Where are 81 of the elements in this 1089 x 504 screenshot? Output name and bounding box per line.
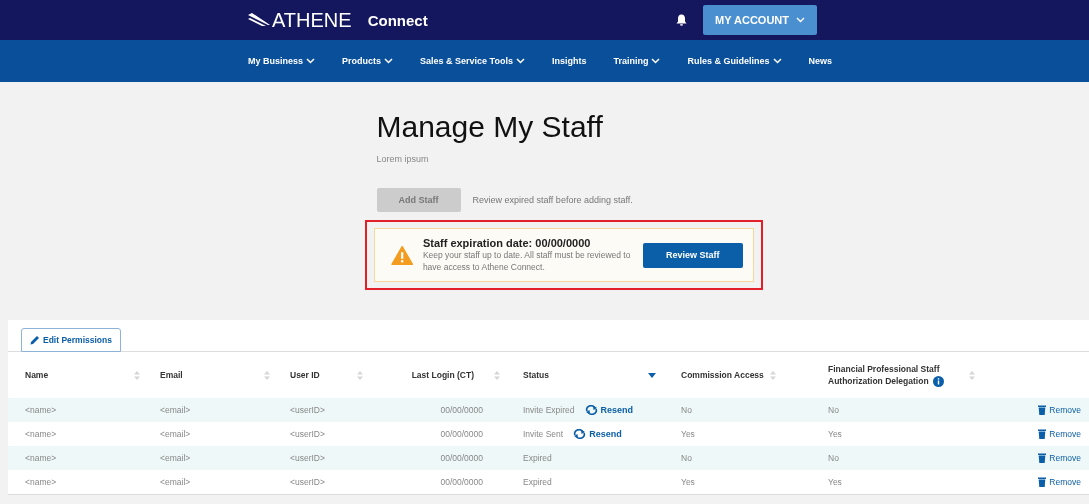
sort-icon[interactable]	[969, 370, 975, 380]
chevron-icon	[772, 58, 782, 64]
nav-link[interactable]: Insights	[551, 56, 587, 66]
trash-icon	[1038, 453, 1047, 463]
resend-link[interactable]: Resend	[584, 405, 633, 415]
nav-link[interactable]: My Business	[248, 56, 316, 66]
remove-link[interactable]: Remove	[1038, 453, 1081, 463]
status-text: Invite Sent	[523, 429, 564, 439]
bell-icon[interactable]	[676, 14, 688, 26]
trash-icon	[1038, 477, 1047, 487]
chevron-icon	[384, 58, 394, 64]
sort-caret-icon[interactable]	[648, 372, 656, 378]
table-cell: <email>	[160, 429, 191, 439]
column-header[interactable]: Status	[523, 370, 549, 380]
table-cell: No	[681, 405, 692, 415]
table-cell: <userID>	[290, 453, 325, 463]
column-header[interactable]: Last Login (CT)	[411, 370, 474, 380]
column-header[interactable]: Name	[25, 370, 49, 380]
app-name: Connect	[367, 11, 428, 29]
sort-icon[interactable]	[264, 370, 270, 380]
add-staff-hint: Review expired staff before adding staff.	[472, 195, 633, 205]
remove-link[interactable]: Remove	[1038, 477, 1081, 487]
table-cell: <email>	[160, 477, 191, 487]
chevron-icon	[306, 58, 316, 64]
sort-icon[interactable]	[134, 370, 140, 380]
refresh-icon	[584, 405, 598, 415]
sort-icon[interactable]	[357, 370, 363, 380]
column-header[interactable]: Commission Access	[681, 370, 764, 380]
table-cell: 00/00/0000	[440, 405, 483, 415]
table-cell: <userID>	[290, 405, 325, 415]
resend-link[interactable]: Resend	[573, 429, 622, 439]
info-icon[interactable]	[932, 376, 944, 388]
review-staff-button[interactable]: Review Staff	[642, 242, 743, 268]
sort-icon[interactable]	[769, 370, 776, 380]
nav-link[interactable]: Sales & Service Tools	[420, 56, 525, 66]
logo-icon	[248, 13, 270, 27]
status-text: Invite Expired	[523, 405, 575, 415]
alert-title: Staff expiration date: 00/00/0000	[422, 237, 592, 249]
column-header[interactable]: Financial Professional Staff Authorization Delegation	[828, 362, 963, 388]
table-cell: No	[828, 453, 839, 463]
status-text: Expired	[523, 453, 552, 463]
chevron-icon	[515, 58, 525, 64]
remove-link[interactable]: Remove	[1038, 429, 1081, 439]
table-cell: No	[828, 405, 839, 415]
table-cell: Yes	[681, 477, 695, 487]
table-cell: <name>	[25, 477, 57, 487]
pencil-icon	[30, 335, 40, 345]
table-cell: Yes	[828, 429, 842, 439]
sort-icon[interactable]	[494, 370, 500, 380]
table-cell: <userID>	[290, 429, 325, 439]
alert-message: Keep your staff up to date. All staff must be reviewed to have access to Athene Connect.	[422, 249, 632, 273]
logo-text: ATHENE	[272, 8, 352, 32]
page-title: Manage My Staff	[376, 110, 604, 144]
column-header[interactable]: Email	[160, 370, 183, 380]
nav-link[interactable]: Training	[613, 56, 661, 66]
table-cell: <name>	[25, 429, 57, 439]
table-cell: <userID>	[290, 477, 325, 487]
table-cell: No	[681, 453, 692, 463]
nav-link[interactable]: Rules & Guidelines	[687, 56, 782, 66]
nav-link[interactable]: News	[808, 56, 832, 66]
table-cell: <name>	[25, 453, 57, 463]
table-cell: Yes	[828, 477, 842, 487]
table-cell: <email>	[160, 453, 191, 463]
nav-link[interactable]: Products	[342, 56, 394, 66]
warning-icon	[390, 244, 413, 266]
table-cell: 00/00/0000	[440, 453, 483, 463]
table-cell: 00/00/0000	[440, 477, 483, 487]
column-header[interactable]: User ID	[290, 370, 320, 380]
status-text: Expired	[523, 477, 552, 487]
chevron-icon	[796, 17, 805, 23]
page-subtitle: Lorem ipsum	[376, 154, 430, 164]
table-cell: 00/00/0000	[440, 429, 483, 439]
trash-icon	[1038, 405, 1047, 415]
table-cell: Yes	[681, 429, 695, 439]
table-cell: <email>	[160, 405, 191, 415]
refresh-icon	[573, 429, 587, 439]
table-cell: <name>	[25, 405, 57, 415]
edit-permissions-button[interactable]: Edit Permissions	[21, 328, 121, 352]
remove-link[interactable]: Remove	[1038, 405, 1081, 415]
trash-icon	[1038, 429, 1047, 439]
chevron-icon	[651, 58, 661, 64]
